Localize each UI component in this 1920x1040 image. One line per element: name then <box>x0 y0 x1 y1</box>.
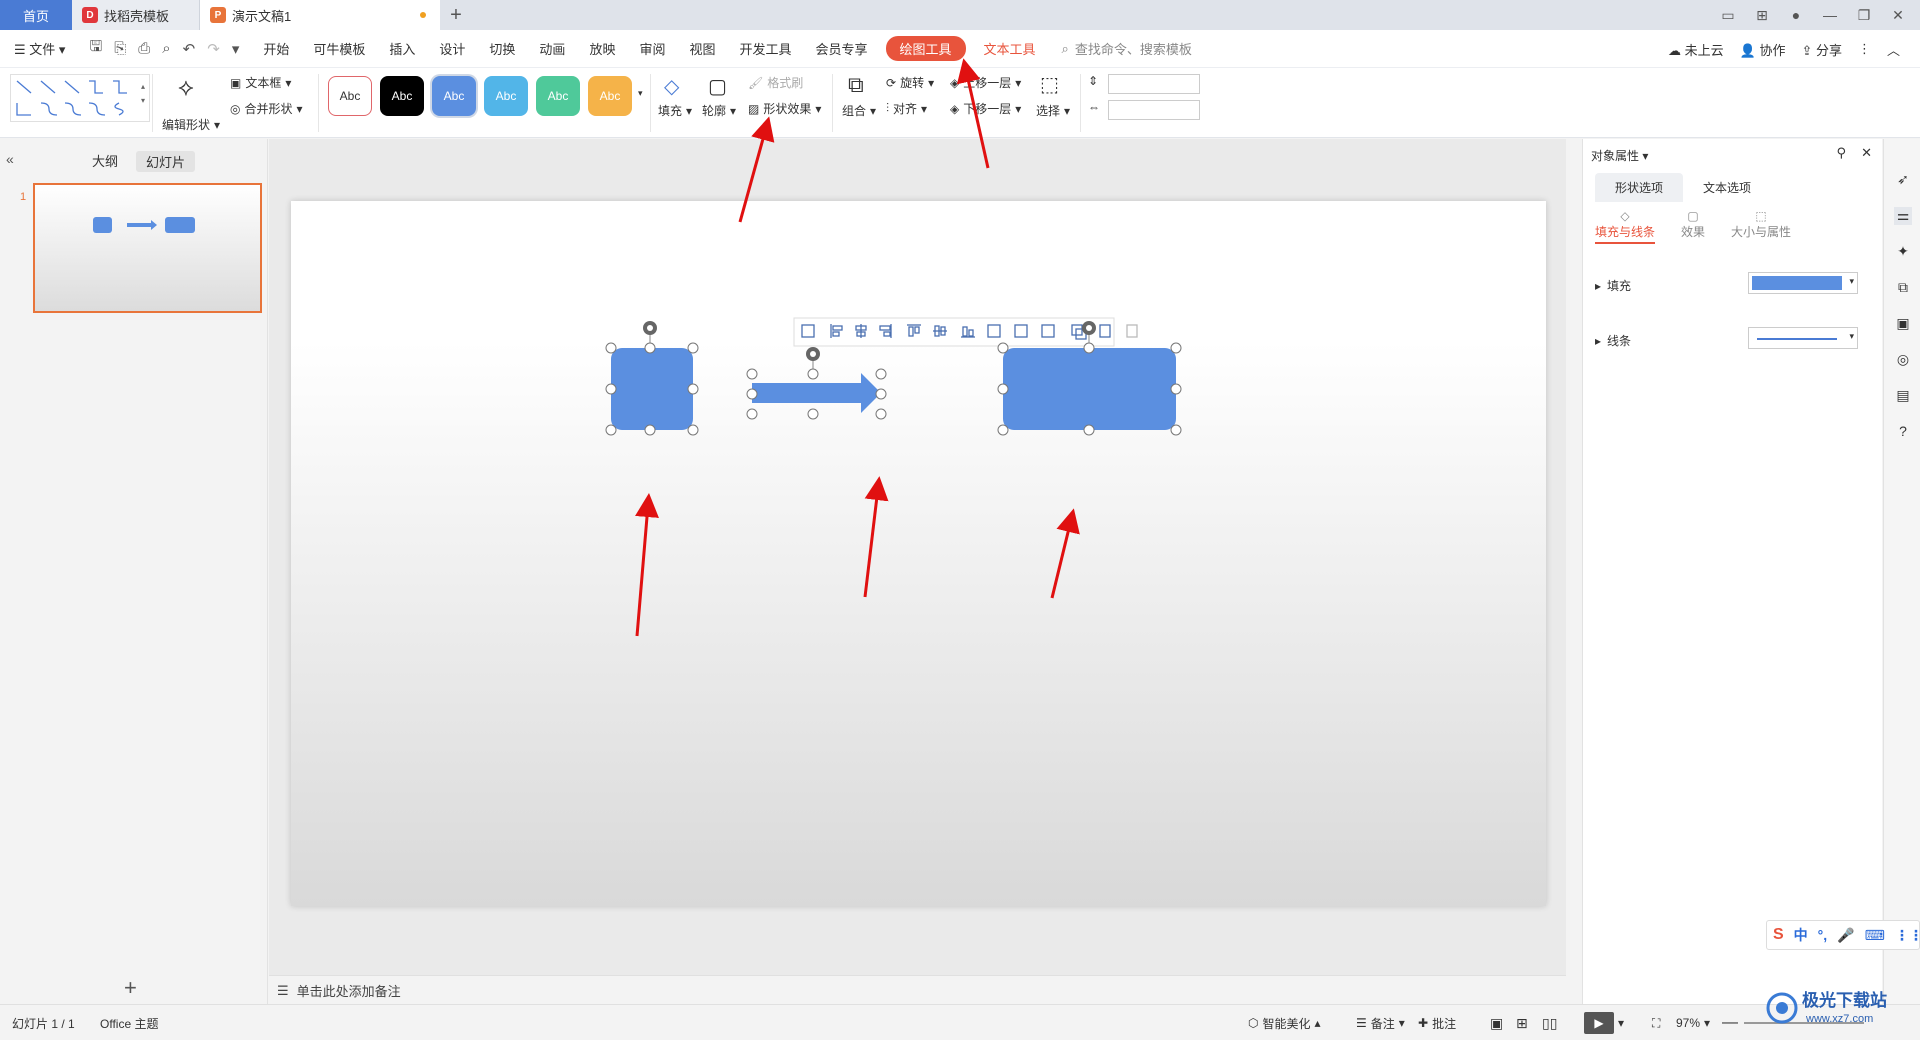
line-preview <box>1757 338 1837 340</box>
fit-window-icon[interactable]: ⛶ <box>1652 1005 1660 1040</box>
fill-bucket-icon: ◇ <box>1620 209 1630 223</box>
annotation-arrow <box>1050 508 1080 599</box>
view-reading-icon[interactable]: ▯▯ <box>1542 1005 1557 1040</box>
mic-icon: 🎤 <box>1837 926 1855 943</box>
subtab-effect[interactable]: ▢ 效果 <box>1681 209 1705 240</box>
ime-toolbar[interactable]: S 中 °, 🎤 ⌨ ⋮⋮ <box>1766 920 1920 950</box>
comment-icon: ✚ <box>1418 1016 1429 1030</box>
play-icon: ▶ <box>1584 1012 1614 1034</box>
svg-text:www.xz7.com: www.xz7.com <box>1805 1013 1873 1025</box>
annotation-arrow <box>863 476 889 598</box>
line-style-dropdown[interactable]: ▾ <box>1748 327 1858 349</box>
object-properties-panel: 对象属性 ▾ ⚲ ✕ 形状选项 文本选项 ◇ 填充与线条 ▢ 效果 ⬚ 大小与属性 ▸… <box>1582 139 1882 1004</box>
site-watermark: 极光下载站 www.xz7.com <box>1760 980 1920 1030</box>
punctuation-icon: °, <box>1817 927 1828 943</box>
transition-icon[interactable]: ⧉ <box>1894 279 1912 297</box>
rocket-icon[interactable]: ➶ <box>1894 171 1912 189</box>
fill-color-preview <box>1752 276 1842 290</box>
fill-section[interactable]: ▸ 填充 <box>1595 277 1631 294</box>
image-icon[interactable]: ▣ <box>1894 315 1912 333</box>
theme-name: Office 主题 <box>100 1016 159 1031</box>
annotation-arrow <box>738 116 775 223</box>
zoom-level[interactable]: 97% ▾ <box>1676 1005 1710 1040</box>
beautify-icon: ⬡ <box>1248 1016 1259 1030</box>
comments-toggle[interactable]: ✚ 批注 <box>1418 1005 1456 1040</box>
notes-bar[interactable]: ☰ 单击此处添加备注 <box>269 975 1566 1005</box>
subtab-size[interactable]: ⬚ 大小与属性 <box>1731 209 1791 240</box>
watermark-logo: 极光下载站 www.xz7.com <box>1766 990 1887 1025</box>
tab-shape-options[interactable]: 形状选项 <box>1595 173 1684 202</box>
play-button[interactable]: ▶ ▾ <box>1584 1005 1624 1040</box>
help-icon[interactable]: ? <box>1894 423 1912 441</box>
annotation-arrow <box>956 58 990 169</box>
effect-icon: ▢ <box>1687 209 1699 223</box>
pin-icon[interactable]: ⚲ <box>1836 145 1846 161</box>
subtab-fill-line[interactable]: ◇ 填充与线条 <box>1595 209 1656 244</box>
properties-icon[interactable]: ⚌ <box>1894 207 1912 225</box>
keyboard-icon: ⌨ <box>1864 926 1885 943</box>
notes-icon: ☰ <box>277 982 289 998</box>
size-icon: ⬚ <box>1755 209 1767 223</box>
side-icon-strip: ➶ ⚌ ✦ ⧉ ▣ ◎ ▤ ? <box>1883 139 1920 1004</box>
zoom-out-button[interactable]: — <box>1722 1005 1738 1040</box>
annotation-arrow <box>635 493 659 637</box>
svg-text:极光下载站: 极光下载站 <box>1802 990 1887 1010</box>
line-section[interactable]: ▸ 线条 <box>1595 332 1631 349</box>
close-panel-icon[interactable]: ✕ <box>1861 145 1872 161</box>
status-bar: 幻灯片 1 / 1 Office 主题 ⬡ 智能美化 ▴ ☰ 备注 ▾ ✚ 批注 ▣ ⊞ … <box>0 1004 1920 1040</box>
notes-toggle-icon: ☰ <box>1356 1016 1367 1030</box>
panel-title[interactable]: 对象属性 ▾ <box>1591 147 1648 164</box>
location-icon[interactable]: ◎ <box>1894 351 1912 369</box>
tab-text-options[interactable]: 文本选项 <box>1683 173 1771 202</box>
book-icon[interactable]: ▤ <box>1894 387 1912 405</box>
notes-toggle[interactable]: ☰ 备注 ▾ <box>1356 1005 1405 1040</box>
smart-beautify-button[interactable]: ⬡ 智能美化 ▴ <box>1248 1005 1321 1040</box>
fill-color-dropdown[interactable]: ▾ <box>1748 272 1858 294</box>
apps-icon: ⋮⋮ <box>1894 926 1920 943</box>
animation-icon[interactable]: ✦ <box>1894 243 1912 261</box>
view-normal-icon[interactable]: ▣ <box>1490 1005 1503 1040</box>
view-sorter-icon[interactable]: ⊞ <box>1516 1005 1528 1040</box>
sogou-icon: S <box>1773 926 1784 943</box>
slide-counter: 幻灯片 1 / 1 <box>12 1016 75 1031</box>
